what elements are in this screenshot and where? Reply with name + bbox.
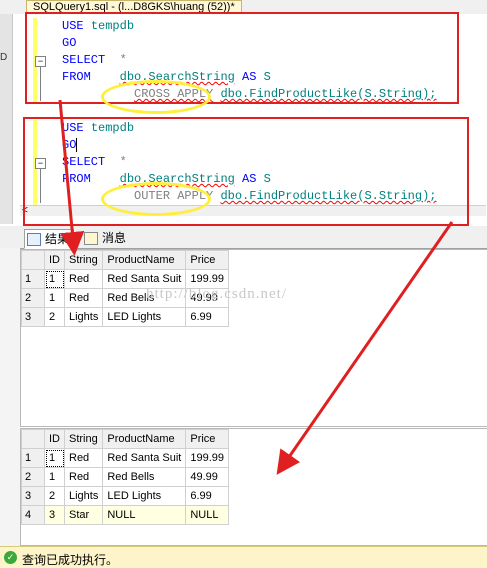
arrow-to-grid-2	[276, 221, 454, 475]
success-check-icon: ✓	[4, 551, 17, 564]
arrow-to-grid-1	[58, 99, 85, 256]
status-bar: ✓ 查询已成功执行。	[0, 546, 487, 568]
status-text: 查询已成功执行。	[22, 553, 119, 567]
annotation-arrows	[58, 99, 454, 475]
